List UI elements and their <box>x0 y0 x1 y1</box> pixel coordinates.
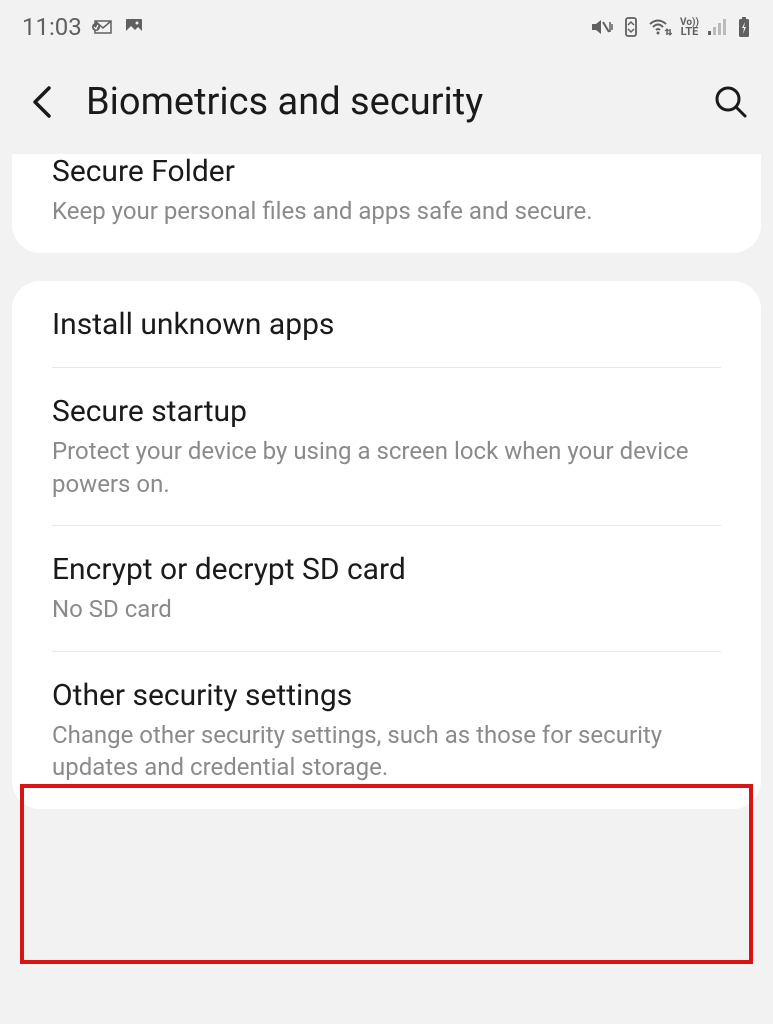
setting-title: Secure Folder <box>52 154 721 189</box>
settings-content: Secure Folder Keep your personal files a… <box>0 154 773 809</box>
setting-item-encrypt-sd-card[interactable]: Encrypt or decrypt SD card No SD card <box>12 526 761 651</box>
status-bar: 11:03 Vo)) LTE <box>0 0 773 50</box>
volte-indicator: Vo)) LTE <box>680 18 699 37</box>
wifi-icon <box>648 17 672 37</box>
battery-charging-icon <box>737 16 751 38</box>
email-icon <box>92 19 114 35</box>
settings-card-secure-folder: Secure Folder Keep your personal files a… <box>12 154 761 253</box>
setting-item-install-unknown-apps[interactable]: Install unknown apps <box>12 281 761 368</box>
settings-card-security: Install unknown apps Secure startup Prot… <box>12 281 761 809</box>
highlight-annotation <box>20 784 753 964</box>
back-button[interactable] <box>22 82 62 122</box>
page-title: Biometrics and security <box>86 80 687 124</box>
status-time: 11:03 <box>22 13 82 41</box>
setting-description: Change other security settings, such as … <box>52 719 721 784</box>
setting-title: Secure startup <box>52 394 721 429</box>
setting-item-secure-startup[interactable]: Secure startup Protect your device by us… <box>12 368 761 526</box>
image-icon <box>124 17 144 37</box>
setting-item-other-security-settings[interactable]: Other security settings Change other sec… <box>12 652 761 810</box>
setting-description: No SD card <box>52 593 721 625</box>
chevron-left-icon <box>31 84 53 120</box>
setting-item-secure-folder[interactable]: Secure Folder Keep your personal files a… <box>12 154 761 253</box>
setting-title: Other security settings <box>52 678 721 713</box>
app-header: Biometrics and security <box>0 50 773 154</box>
setting-description: Keep your personal files and apps safe a… <box>52 195 721 227</box>
status-bar-right: Vo)) LTE <box>590 16 751 38</box>
search-icon <box>714 85 748 119</box>
setting-description: Protect your device by using a screen lo… <box>52 435 721 500</box>
data-saver-icon <box>622 17 640 37</box>
signal-icon <box>707 17 729 37</box>
setting-title: Encrypt or decrypt SD card <box>52 552 721 587</box>
setting-title: Install unknown apps <box>52 307 721 342</box>
search-button[interactable] <box>711 82 751 122</box>
status-bar-left: 11:03 <box>22 13 144 41</box>
mute-vibrate-icon <box>590 17 614 37</box>
